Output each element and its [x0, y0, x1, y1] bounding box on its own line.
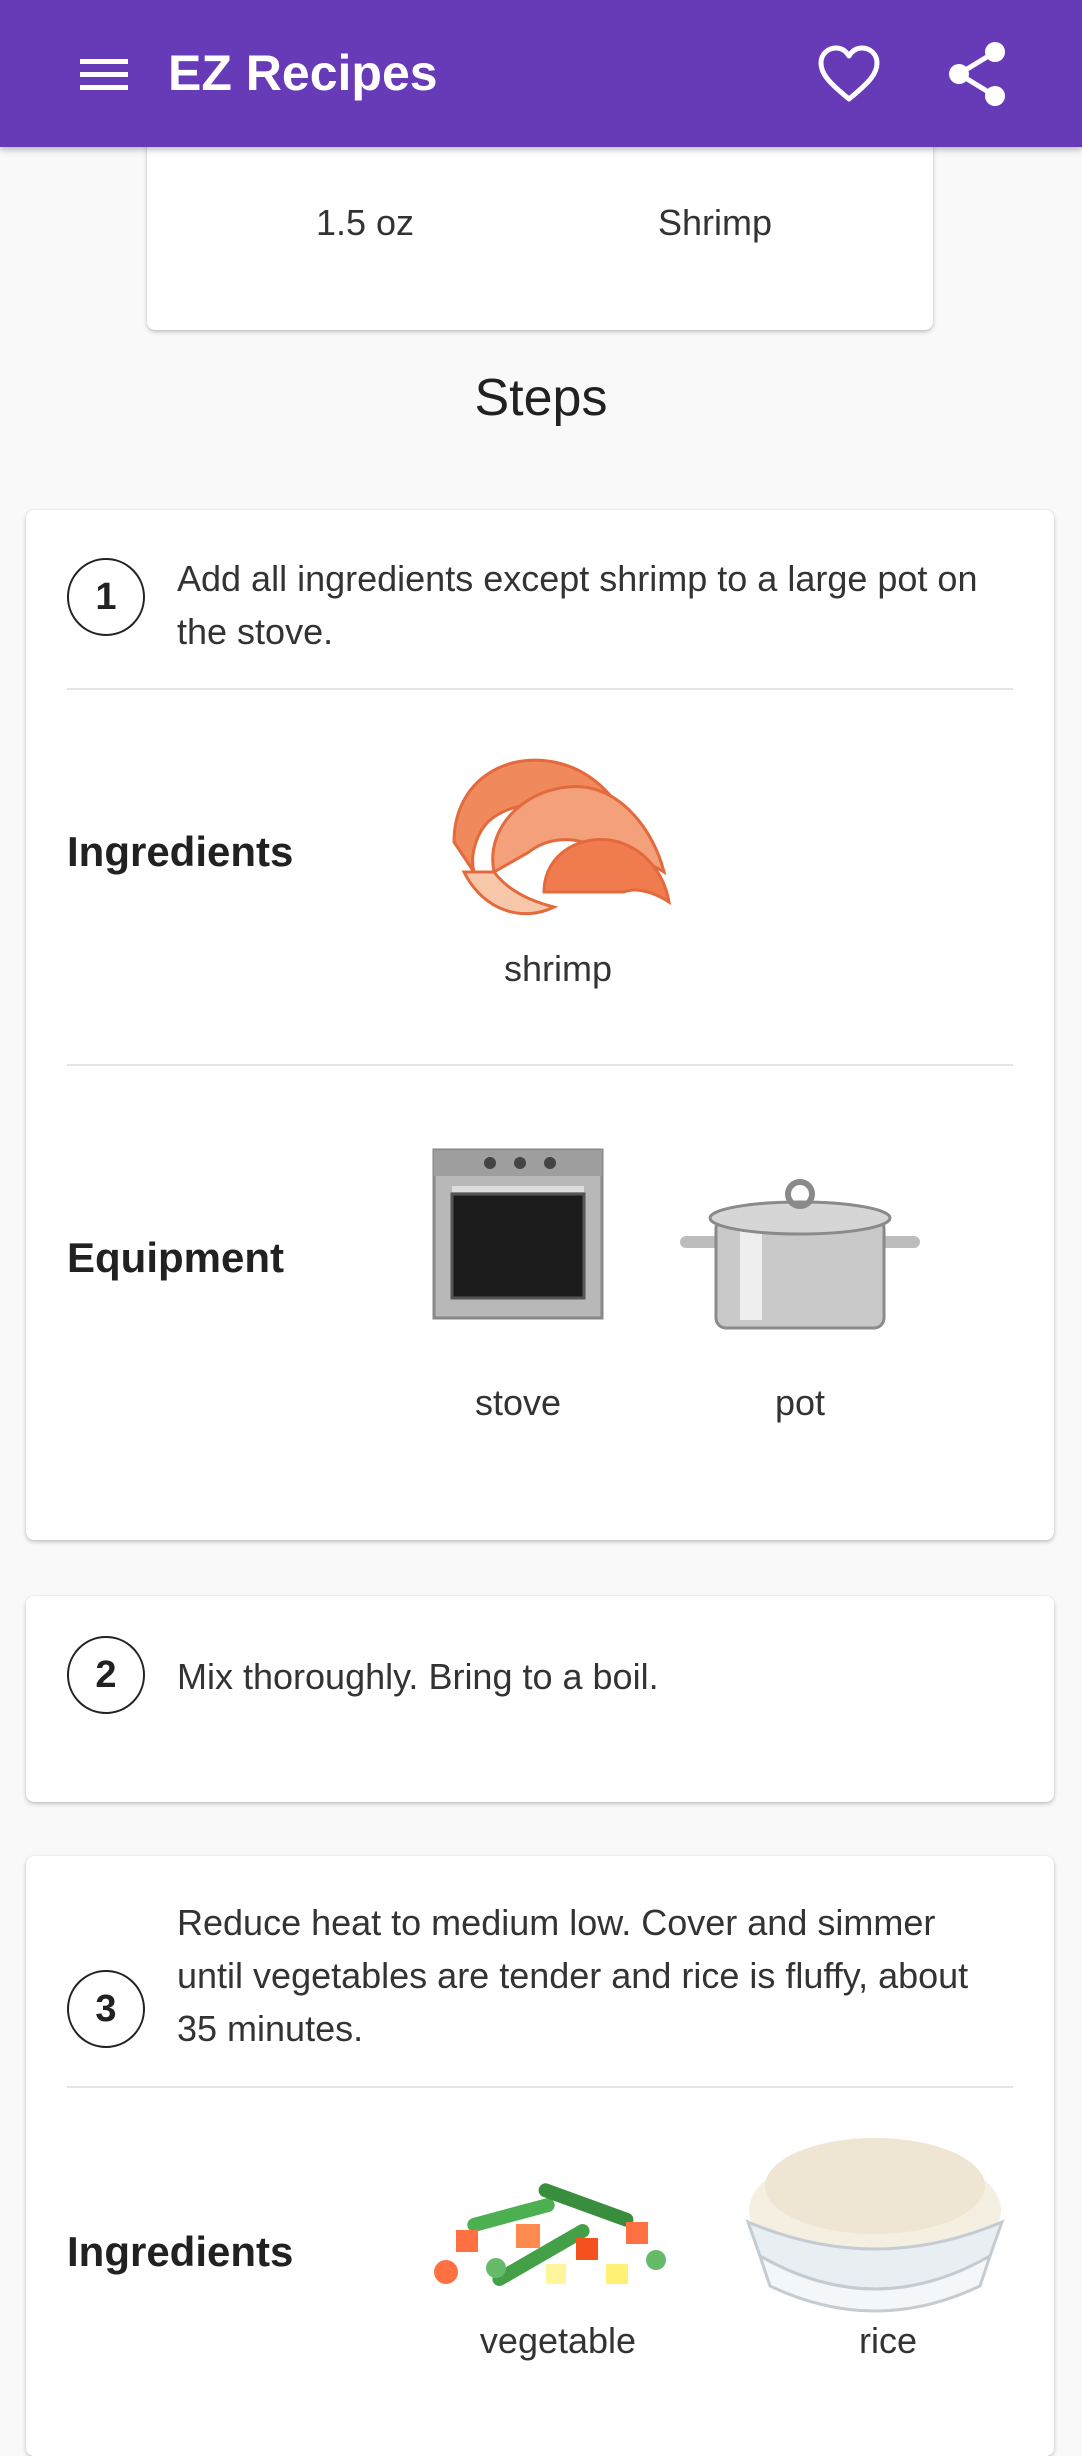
stove-image	[430, 1146, 606, 1322]
menu-icon[interactable]	[74, 44, 134, 104]
equipment-name: stove	[474, 1382, 562, 1423]
pot-image	[680, 1170, 920, 1340]
app-title: EZ Recipes	[168, 45, 438, 101]
step-text: Reduce heat to medium low. Cover and sim…	[177, 1902, 969, 2049]
equipment-label: Equipment	[67, 1234, 284, 1281]
vegetable-image	[426, 2168, 696, 2298]
shrimp-image	[424, 722, 694, 932]
step-number: 1	[67, 558, 145, 636]
divider	[67, 2086, 1013, 2088]
step-card-3: 3 Reduce heat to medium low. Cover and s…	[26, 1856, 1054, 2456]
ingredient-name: Shrimp	[657, 202, 773, 243]
ingredients-label: Ingredients	[67, 2228, 294, 2275]
ingredient-name: rice	[858, 2320, 917, 2361]
app-bar: EZ Recipes	[0, 0, 1082, 147]
step-number: 2	[67, 1636, 145, 1714]
step-card-2: 2 Mix thoroughly. Bring to a boil.	[26, 1596, 1054, 1802]
rice-image	[740, 2126, 1010, 2326]
share-icon[interactable]	[945, 40, 1009, 108]
equipment-name: pot	[774, 1382, 826, 1423]
favorite-icon[interactable]	[815, 43, 883, 105]
divider	[67, 688, 1013, 690]
step-card-1: 1 Add all ingredients except shrimp to a…	[26, 510, 1054, 1540]
step-text: Mix thoroughly. Bring to a boil.	[177, 1656, 659, 1697]
ingredients-label: Ingredients	[67, 828, 294, 875]
ingredient-name: shrimp	[503, 948, 613, 989]
ingredient-amount: 1.5 oz	[315, 202, 415, 243]
step-number: 3	[67, 1970, 145, 2048]
step-text: Add all ingredients except shrimp to a l…	[177, 558, 978, 652]
divider	[67, 1064, 1013, 1066]
steps-heading: Steps	[474, 369, 608, 427]
ingredient-name: vegetable	[479, 2320, 637, 2361]
